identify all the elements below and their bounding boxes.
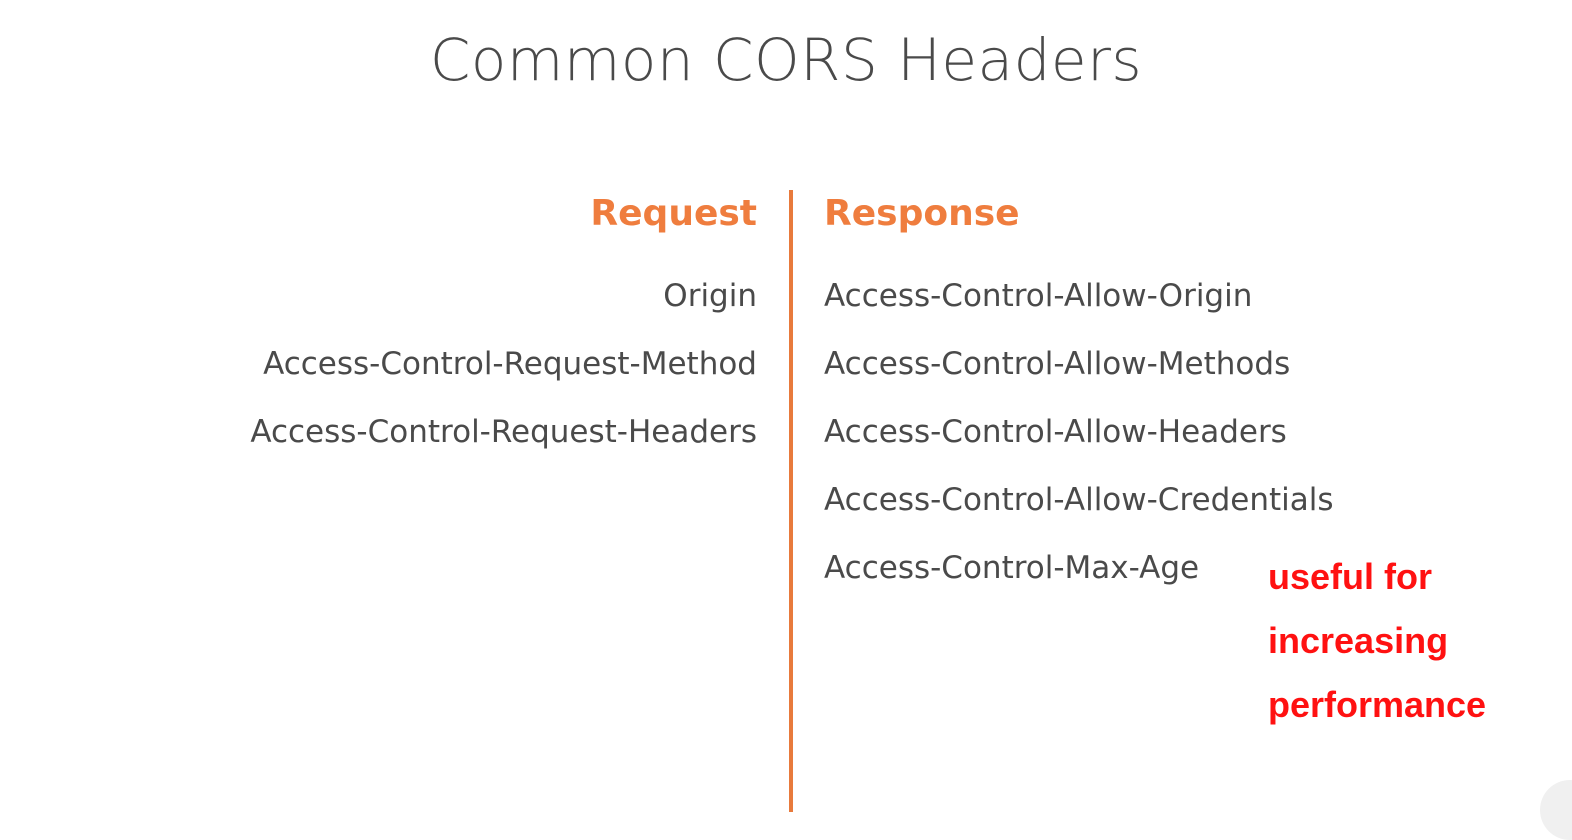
request-header-item: Access-Control-Request-Headers [250, 414, 757, 450]
annotation-line: useful for [1268, 556, 1433, 597]
response-heading: Response [824, 193, 1020, 234]
request-heading: Request [590, 193, 757, 234]
corner-decoration [1540, 780, 1572, 840]
request-header-item: Access-Control-Request-Method [263, 346, 757, 382]
column-divider [789, 190, 793, 812]
response-header-item: Access-Control-Max-Age [824, 550, 1200, 586]
slide-title: Common CORS Headers [429, 26, 1143, 94]
response-header-item: Access-Control-Allow-Headers [824, 414, 1287, 450]
response-header-item: Access-Control-Allow-Origin [824, 278, 1253, 314]
annotation-line: performance [1268, 684, 1487, 725]
annotation-line: increasing [1268, 620, 1449, 661]
max-age-annotation: useful for increasing performance [1268, 545, 1486, 737]
request-header-list: Origin Access-Control-Request-Method Acc… [250, 276, 757, 480]
response-header-item: Access-Control-Allow-Credentials [824, 482, 1334, 518]
request-header-item: Origin [663, 278, 757, 314]
response-header-list: Access-Control-Allow-Origin Access-Contr… [824, 276, 1334, 616]
response-header-item: Access-Control-Allow-Methods [824, 346, 1291, 382]
